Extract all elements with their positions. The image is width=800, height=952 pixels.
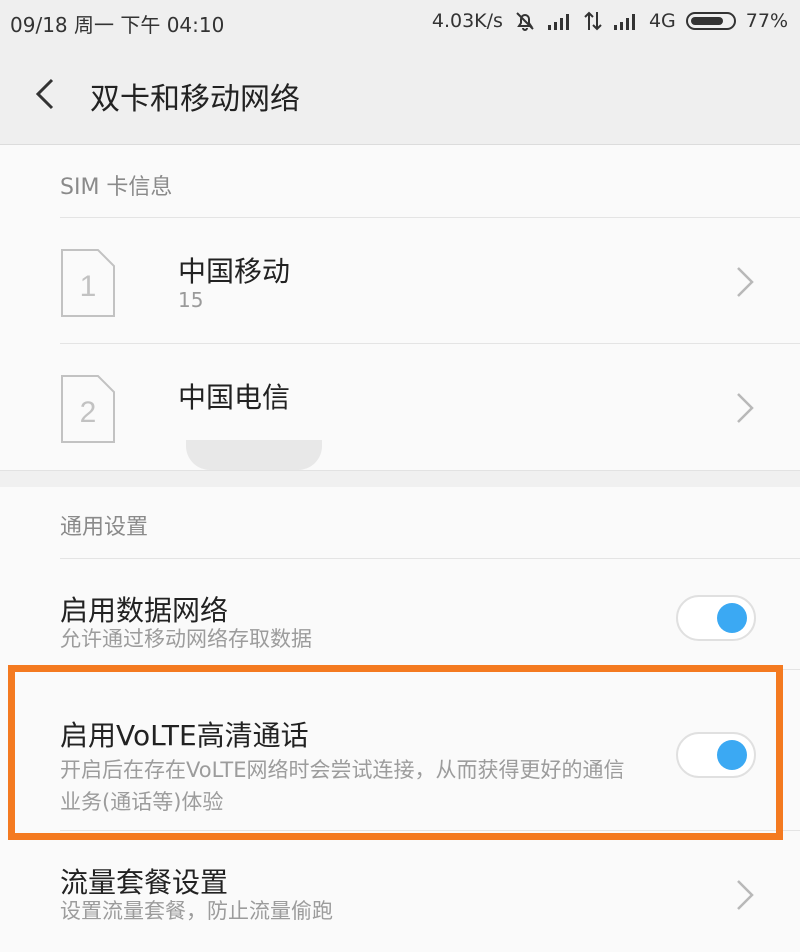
sim-slot-2-number: 2 [80, 396, 97, 429]
setting-row-data-plan[interactable]: 流量套餐设置 设置流量套餐，防止流量偷跑 [0, 831, 800, 952]
net-speed: 4.03K/s [431, 10, 503, 32]
battery-percent: 77% [745, 10, 788, 32]
app-bar: 双卡和移动网络 [0, 44, 800, 145]
bell-muted-icon [513, 9, 537, 33]
data-network-toggle[interactable] [676, 595, 756, 641]
annotation-highlight-box [8, 665, 783, 840]
page-title: 双卡和移动网络 [90, 82, 300, 117]
chevron-right-icon [737, 393, 754, 423]
sim-slot-1-icon: 1 [60, 248, 116, 318]
status-datetime: 09/18 周一 下午 04:10 [10, 13, 225, 37]
sim-slot-1-number: 1 [80, 270, 97, 303]
sim-2-carrier: 中国电信 [178, 381, 291, 414]
redaction-blur [186, 440, 322, 470]
setting-row-data-network[interactable]: 启用数据网络 允许通过移动网络存取数据 [0, 559, 800, 669]
section-header-general: 通用设置 [60, 515, 149, 540]
network-type: 4G [648, 10, 676, 32]
toggle-knob [717, 603, 747, 633]
signal-sim1-icon [547, 11, 573, 31]
sim-card-row-2[interactable]: 2 中国电信 [0, 344, 800, 469]
sim-1-number: 15 [178, 288, 204, 312]
battery-icon [685, 12, 736, 30]
sim-1-carrier: 中国移动 [178, 255, 291, 288]
section-gap [0, 470, 800, 488]
data-transfer-icon [583, 10, 603, 32]
chevron-right-icon [737, 880, 754, 910]
sim-card-row-1[interactable]: 1 中国移动 15 [0, 218, 800, 343]
chevron-right-icon [737, 267, 754, 297]
signal-sim2-icon [613, 11, 639, 31]
back-button[interactable] [28, 76, 64, 112]
sim-slot-2-icon: 2 [60, 374, 116, 444]
status-icons: 4.03K/s 4G 77% [432, 9, 788, 33]
status-bar: 09/18 周一 下午 04:10 4.03K/s 4G 77% [0, 0, 800, 44]
back-arrow-icon [35, 78, 54, 110]
setting-desc: 设置流量套餐，防止流量偷跑 [60, 899, 333, 923]
section-header-sim: SIM 卡信息 [60, 175, 173, 200]
setting-desc: 允许通过移动网络存取数据 [60, 627, 312, 651]
sim-section: SIM 卡信息 1 中国移动 15 2 中国电信 [0, 145, 800, 470]
